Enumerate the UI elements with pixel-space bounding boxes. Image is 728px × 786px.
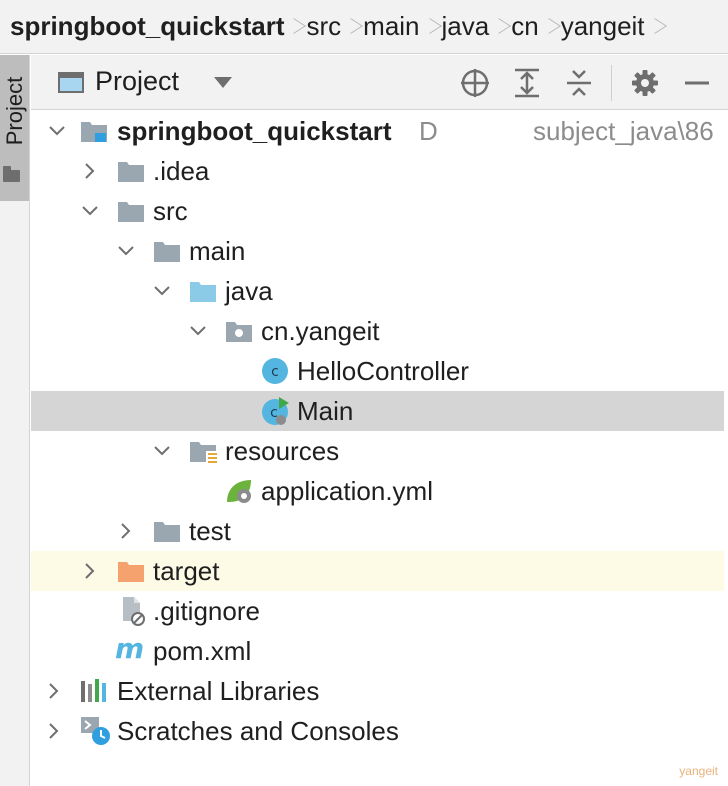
watermark: yangeit <box>679 764 718 778</box>
chevron-right-icon <box>489 10 511 44</box>
gear-icon[interactable] <box>628 66 662 100</box>
chevron-right-icon <box>284 10 306 44</box>
tree-row-target[interactable]: target <box>31 551 724 591</box>
chevron-right-icon <box>539 10 561 44</box>
module-folder-icon <box>80 118 108 144</box>
svg-text:c: c <box>271 364 279 380</box>
ignore-file-icon <box>119 595 147 626</box>
tree-label-main: main <box>189 236 246 266</box>
breadcrumb-item-cn[interactable]: cn <box>511 11 538 42</box>
scratches-icon <box>80 715 110 745</box>
package-icon <box>225 318 253 344</box>
chevron-right-icon <box>420 10 442 44</box>
tree-label-scratches: Scratches and Consoles <box>117 716 399 746</box>
tree-row-package[interactable]: cn.yangeit <box>31 311 724 351</box>
tree-label-root: springboot_quickstart <box>117 116 392 146</box>
tree-label-application-yml: application.yml <box>261 476 433 506</box>
chevron-down-icon[interactable] <box>153 282 171 300</box>
tree-row-scratches[interactable]: Scratches and Consoles <box>31 711 724 751</box>
chevron-right-icon[interactable] <box>117 522 135 540</box>
folder-icon <box>117 198 145 224</box>
chevron-down-icon[interactable] <box>48 122 66 140</box>
project-panel-header: Project <box>31 55 728 110</box>
tree-row-main[interactable]: main <box>31 231 724 271</box>
chevron-down-icon[interactable] <box>81 202 99 220</box>
chevron-down-icon[interactable] <box>117 242 135 260</box>
tree-row-main-class[interactable]: c Main <box>31 391 724 431</box>
class-icon: c <box>261 357 289 384</box>
breadcrumb-item-project[interactable]: springboot_quickstart <box>10 11 284 42</box>
folder-icon <box>153 238 181 264</box>
chevron-down-icon[interactable] <box>189 322 207 340</box>
breadcrumb-item-src[interactable]: src <box>306 11 341 42</box>
tree-label-resources: resources <box>225 436 340 466</box>
runnable-class-icon: c <box>261 397 289 425</box>
spring-config-icon <box>225 476 253 503</box>
folder-icon <box>117 158 145 184</box>
breadcrumb-item-main[interactable]: main <box>363 11 419 42</box>
project-tree[interactable]: springboot_quickstart D subject_java\86 … <box>31 111 728 786</box>
breadcrumb: springboot_quickstart src main java cn y… <box>0 0 728 54</box>
tree-row-idea[interactable]: .idea <box>31 151 724 191</box>
tree-label-gitignore: .gitignore <box>153 596 260 626</box>
chevron-right-icon[interactable] <box>45 682 63 700</box>
project-view-icon <box>58 72 84 93</box>
tree-label-java: java <box>225 276 273 306</box>
resources-folder-icon <box>189 438 218 464</box>
panel-title[interactable]: Project <box>95 66 179 97</box>
tree-row-root[interactable]: springboot_quickstart D subject_java\86 <box>31 111 724 151</box>
tree-label-idea: .idea <box>153 156 210 186</box>
tree-label-external-libraries: External Libraries <box>117 676 320 706</box>
tree-row-src[interactable]: src <box>31 191 724 231</box>
tool-window-strip: Project <box>0 55 30 786</box>
tree-label-src: src <box>153 196 188 226</box>
tree-label-main-class: Main <box>297 396 354 426</box>
tree-row-hello-controller[interactable]: c HelloController <box>31 351 724 391</box>
chevron-right-icon[interactable] <box>45 722 63 740</box>
breadcrumb-item-java[interactable]: java <box>442 11 490 42</box>
chevron-right-icon[interactable] <box>81 562 99 580</box>
chevron-down-icon[interactable] <box>214 77 232 88</box>
chevron-right-icon[interactable] <box>81 162 99 180</box>
maven-icon: m <box>115 632 145 665</box>
tree-row-external-libraries[interactable]: External Libraries <box>31 671 724 711</box>
tree-label-test: test <box>189 516 231 546</box>
locate-icon[interactable] <box>458 66 492 100</box>
tree-label-package: cn.yangeit <box>261 316 380 346</box>
minimize-icon[interactable] <box>680 66 714 100</box>
library-icon <box>80 678 108 704</box>
expand-all-icon[interactable] <box>510 66 544 100</box>
tree-label-target: target <box>153 556 220 586</box>
tree-row-application-yml[interactable]: application.yml <box>31 471 724 511</box>
tree-row-gitignore[interactable]: .gitignore <box>31 591 724 631</box>
tree-root-letter: D <box>419 116 438 146</box>
project-tool-tab[interactable]: Project <box>0 55 29 201</box>
tree-label-hello-controller: HelloController <box>297 356 469 386</box>
tree-label-pom: pom.xml <box>153 636 252 666</box>
header-divider <box>611 65 612 101</box>
folder-icon <box>153 518 181 544</box>
tree-root-path: subject_java\86 <box>533 116 714 146</box>
breadcrumb-item-yangeit[interactable]: yangeit <box>561 11 645 42</box>
tree-row-java[interactable]: java <box>31 271 724 311</box>
project-tool-tab-label: Project <box>2 76 27 146</box>
tree-row-resources[interactable]: resources <box>31 431 724 471</box>
chevron-down-icon[interactable] <box>153 442 171 460</box>
chevron-right-icon <box>645 10 667 44</box>
collapse-all-icon[interactable] <box>562 66 596 100</box>
tree-row-pom[interactable]: m pom.xml <box>31 631 724 671</box>
tree-row-test[interactable]: test <box>31 511 724 551</box>
folder-icon <box>3 166 20 182</box>
excluded-folder-icon <box>117 558 145 584</box>
chevron-right-icon <box>341 10 363 44</box>
source-folder-icon <box>189 278 217 304</box>
